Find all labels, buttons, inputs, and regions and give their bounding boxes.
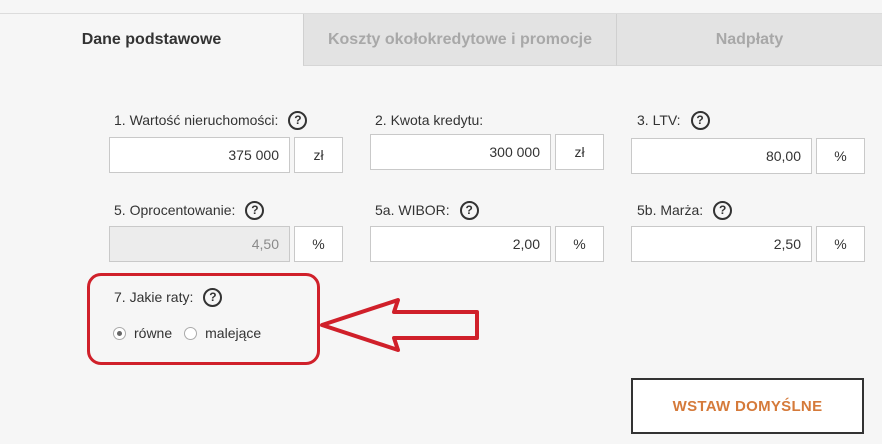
interest-unit: % (294, 226, 343, 262)
help-icon[interactable]: ? (713, 200, 733, 220)
wibor-input[interactable]: 2,00 (370, 226, 551, 262)
ltv-label: 3. LTV: ? (637, 110, 710, 130)
ltv-label-text: 3. LTV: (637, 112, 681, 128)
interest-label: 5. Oprocentowanie: ? (114, 200, 265, 220)
margin-input[interactable]: 2,50 (631, 226, 812, 262)
help-icon[interactable]: ? (459, 200, 479, 220)
highlight-box (87, 273, 320, 365)
tab-overpayments[interactable]: Nadpłaty (617, 14, 882, 66)
loan-amount-label: 2. Kwota kredytu: (375, 110, 483, 130)
margin-label-text: 5b. Marża: (637, 202, 704, 218)
tab-bar: Dane podstawowe Koszty okołokredytowe i … (0, 14, 882, 66)
help-icon[interactable]: ? (690, 110, 710, 130)
property-value-unit: zł (294, 137, 343, 173)
property-value-label: 1. Wartość nieruchomości: ? (114, 110, 308, 130)
top-strip (0, 0, 882, 14)
tab-costs-promotions[interactable]: Koszty okołokredytowe i promocje (303, 14, 617, 66)
margin-unit: % (816, 226, 865, 262)
arrow-left-icon (320, 298, 479, 352)
help-icon[interactable]: ? (288, 110, 308, 130)
loan-amount-unit: zł (555, 134, 604, 170)
margin-label: 5b. Marża: ? (637, 200, 733, 220)
ltv-unit: % (816, 138, 865, 174)
property-value-label-text: 1. Wartość nieruchomości: (114, 112, 279, 128)
wibor-unit: % (555, 226, 604, 262)
interest-input: 4,50 (109, 226, 290, 262)
wibor-label: 5a. WIBOR: ? (375, 200, 479, 220)
help-icon[interactable]: ? (245, 200, 265, 220)
property-value-input[interactable]: 375 000 (109, 137, 290, 173)
loan-amount-label-text: 2. Kwota kredytu: (375, 112, 484, 128)
tab-basic-data[interactable]: Dane podstawowe (0, 14, 303, 66)
loan-amount-input[interactable]: 300 000 (370, 134, 551, 170)
reset-defaults-button[interactable]: WSTAW DOMYŚLNE (631, 378, 864, 434)
wibor-label-text: 5a. WIBOR: (375, 202, 450, 218)
ltv-input[interactable]: 80,00 (631, 138, 812, 174)
interest-label-text: 5. Oprocentowanie: (114, 202, 236, 218)
